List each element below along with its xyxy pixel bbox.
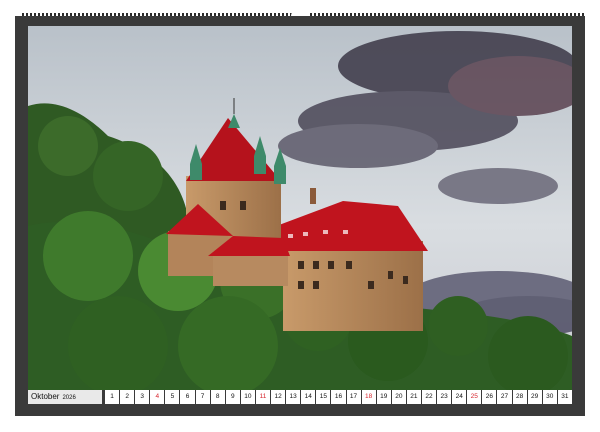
- month-year: 2026: [62, 395, 76, 401]
- day-cell: 13: [286, 390, 301, 404]
- day-cell: 8: [210, 390, 225, 404]
- calendar-bar: Oktober 2026 1 2 3 4 5 6 7 8 9 10 11 12 13 14 15 16 17 18 1…: [28, 390, 572, 404]
- day-cell: 2: [120, 390, 135, 404]
- day-cell: 4: [150, 390, 165, 404]
- day-cell: 30: [542, 390, 557, 404]
- day-cell: 3: [135, 390, 150, 404]
- day-cell: 24: [452, 390, 467, 404]
- day-cell: 11: [255, 390, 271, 404]
- day-cell: 26: [482, 390, 497, 404]
- day-cell: 9: [225, 390, 240, 404]
- day-cell: 25: [467, 390, 482, 404]
- day-cell: 5: [165, 390, 180, 404]
- day-cell: 20: [391, 390, 406, 404]
- day-cell: 18: [361, 390, 376, 404]
- day-cell: 28: [512, 390, 527, 404]
- day-cell: 6: [180, 390, 195, 404]
- day-cell: 10: [240, 390, 255, 404]
- month-name: Oktober: [31, 392, 60, 401]
- day-cell: 12: [271, 390, 286, 404]
- day-cell: 22: [421, 390, 437, 404]
- day-cell: 14: [301, 390, 316, 404]
- day-cell: 17: [346, 390, 361, 404]
- day-cell: 16: [331, 390, 346, 404]
- day-cell: 21: [406, 390, 421, 404]
- day-strip: 1 2 3 4 5 6 7 8 9 10 11 12 13 14 15 16 17 18 19 20 21 22 23 24 2…: [102, 390, 572, 404]
- day-cell: 1: [105, 390, 120, 404]
- day-cell: 29: [527, 390, 542, 404]
- day-cell: 7: [195, 390, 210, 404]
- day-cell: 27: [497, 390, 512, 404]
- day-cell: 19: [376, 390, 391, 404]
- castle-photo-illustration: [28, 26, 572, 390]
- day-cell: 31: [557, 390, 572, 404]
- month-label: Oktober 2026: [28, 390, 102, 404]
- day-cell: 23: [437, 390, 452, 404]
- day-cell: 15: [316, 390, 331, 404]
- castle-photo: [28, 26, 572, 390]
